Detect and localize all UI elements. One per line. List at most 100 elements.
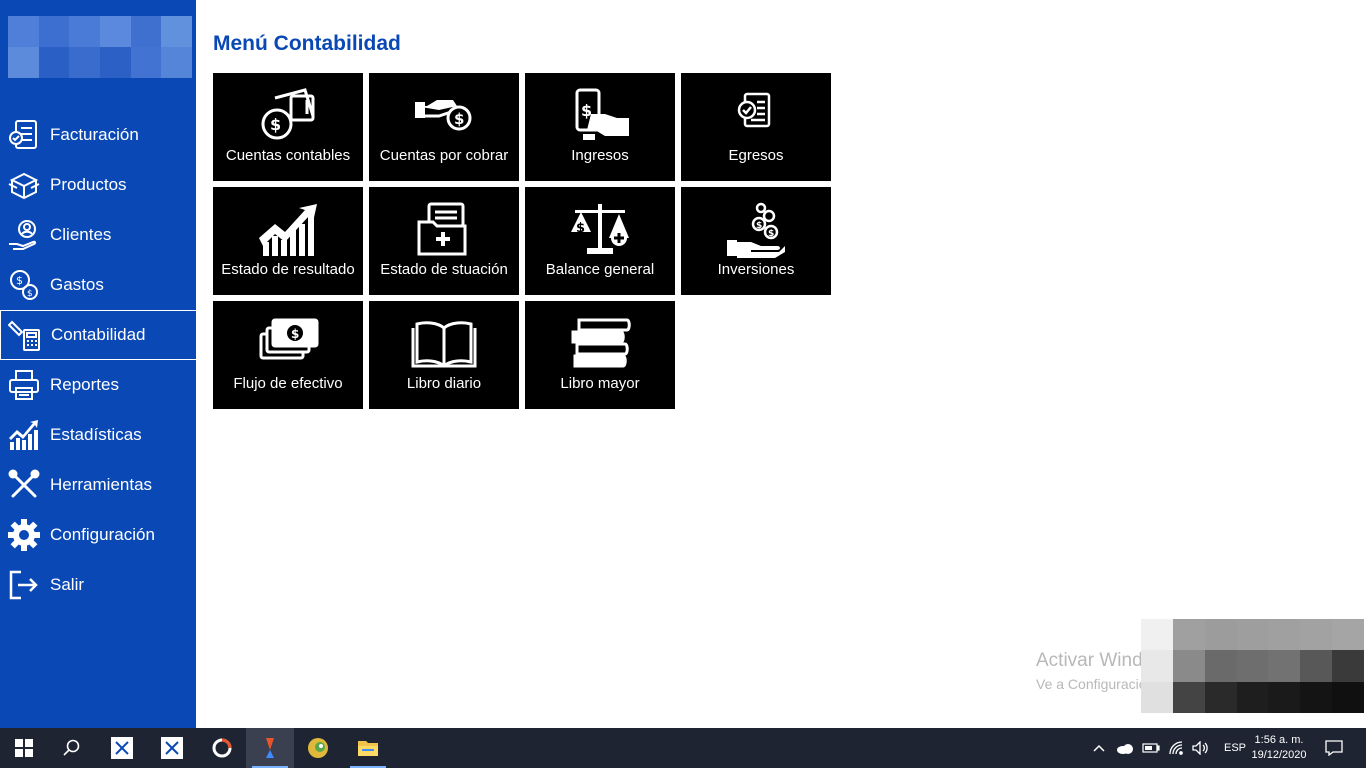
sidebar-item-label: Contabilidad xyxy=(51,325,146,344)
tile-grid: $ Cuentas contables $ Cuentas por cobrar… xyxy=(213,73,833,409)
notifications-button[interactable] xyxy=(1310,728,1358,768)
tile-label: Inversiones xyxy=(717,261,795,278)
gear-icon xyxy=(4,515,44,555)
wifi-icon[interactable] xyxy=(1168,741,1188,755)
tile-estado-de-resultado[interactable]: Estado de resultado xyxy=(213,187,363,295)
taskbar-app-5[interactable] xyxy=(294,728,342,768)
svg-text:$: $ xyxy=(27,289,33,299)
ring-app-icon xyxy=(212,738,232,758)
open-book-icon xyxy=(411,321,477,368)
svg-text:$: $ xyxy=(576,221,585,236)
folder-plus-icon xyxy=(417,202,467,256)
tile-label: Cuentas contables xyxy=(225,147,351,164)
receipt-check-icon xyxy=(737,92,771,128)
tile-label: Estado de resultado xyxy=(221,261,355,278)
tile-label: Libro diario xyxy=(406,375,482,392)
sidebar-item-salir[interactable]: Salir xyxy=(0,560,196,610)
sidebar-item-label: Estadísticas xyxy=(50,425,142,444)
sidebar-item-configuracion[interactable]: Configuración xyxy=(0,510,196,560)
taskbar-app-2[interactable] xyxy=(148,728,196,768)
sidebar-item-clientes[interactable]: Clientes xyxy=(0,210,196,260)
sidebar-item-label: Clientes xyxy=(50,225,112,244)
svg-text:$: $ xyxy=(291,327,299,341)
sidebar-nav: Facturación Productos Clientes $ $ Gastos xyxy=(0,110,196,610)
tile-cuentas-por-cobrar[interactable]: $ Cuentas por cobrar xyxy=(369,73,519,181)
box-icon xyxy=(4,165,44,205)
growth-chart-icon xyxy=(259,204,317,256)
hand-coin-icon: $ xyxy=(415,100,472,131)
clock-time: 1:56 a. m. xyxy=(1254,734,1304,746)
dev-tool-icon xyxy=(266,738,274,758)
taskbar: ESP 1:56 a. m. 19/12/2020 xyxy=(0,728,1366,768)
tile-libro-diario[interactable]: Libro diario xyxy=(369,301,519,409)
windows-logo-icon xyxy=(15,739,33,757)
sidebar-item-herramientas[interactable]: Herramientas xyxy=(0,460,196,510)
sidebar-item-facturacion[interactable]: Facturación xyxy=(0,110,196,160)
chart-icon xyxy=(4,415,44,455)
tile-label: Egresos xyxy=(728,147,784,164)
tile-label: Ingresos xyxy=(571,147,629,164)
tile-ingresos[interactable]: $ Ingresos xyxy=(525,73,675,181)
scale-icon: $ xyxy=(571,204,629,254)
hand-coins-icon: $$ xyxy=(727,202,785,258)
clock-date: 19/12/2020 xyxy=(1251,749,1307,761)
sidebar-item-gastos[interactable]: $ $ Gastos xyxy=(0,260,196,310)
invoice-icon xyxy=(4,115,44,155)
svg-text:$: $ xyxy=(16,274,23,287)
app-doc-icon xyxy=(111,737,133,759)
exit-icon xyxy=(4,565,44,605)
sidebar: Facturación Productos Clientes $ $ Gastos xyxy=(0,0,196,728)
tile-cuentas-contables[interactable]: $ Cuentas contables xyxy=(213,73,363,181)
app-doc-icon xyxy=(161,737,183,759)
onedrive-cloud-icon[interactable] xyxy=(1116,742,1136,754)
pixelated-overlay xyxy=(1141,619,1364,713)
taskbar-app-3[interactable] xyxy=(198,728,246,768)
notification-icon xyxy=(1325,740,1343,756)
sidebar-item-label: Productos xyxy=(50,175,127,194)
app-window: Facturación Productos Clientes $ $ Gastos xyxy=(0,0,1366,728)
tile-label: Libro mayor xyxy=(560,375,640,392)
sidebar-item-label: Salir xyxy=(50,575,85,594)
sidebar-item-label: Herramientas xyxy=(50,475,153,494)
page-title: Menú Contabilidad xyxy=(213,32,401,55)
book-stack-icon xyxy=(571,318,631,368)
chameleon-icon xyxy=(308,738,328,758)
tile-flujo-de-efectivo[interactable]: $ Flujo de efectivo xyxy=(213,301,363,409)
app-logo xyxy=(8,16,192,78)
tile-libro-mayor[interactable]: Libro mayor xyxy=(525,301,675,409)
taskbar-app-4[interactable] xyxy=(246,728,294,768)
sidebar-item-label: Configuración xyxy=(50,525,155,544)
calculator-icon xyxy=(5,315,45,355)
tile-estado-de-stuacion[interactable]: Estado de stuación xyxy=(369,187,519,295)
taskbar-file-explorer[interactable] xyxy=(344,728,392,768)
folder-icon xyxy=(358,741,378,756)
sidebar-item-estadisticas[interactable]: Estadísticas xyxy=(0,410,196,460)
tile-egresos[interactable]: Egresos xyxy=(681,73,831,181)
user-hand-icon xyxy=(4,215,44,255)
taskbar-clock[interactable]: 1:56 a. m. 19/12/2020 xyxy=(1240,733,1318,763)
sidebar-item-reportes[interactable]: Reportes xyxy=(0,360,196,410)
search-button[interactable] xyxy=(48,728,96,768)
volume-icon[interactable] xyxy=(1192,741,1214,755)
chevron-up-icon[interactable] xyxy=(1092,743,1108,753)
tile-inversiones[interactable]: $ $ Inversiones xyxy=(681,187,831,295)
tile-balance-general[interactable]: $ Balance general xyxy=(525,187,675,295)
start-button[interactable] xyxy=(0,728,48,768)
sidebar-item-contabilidad[interactable]: Contabilidad xyxy=(0,310,196,360)
svg-text:$: $ xyxy=(454,110,464,128)
battery-icon[interactable] xyxy=(1142,743,1162,753)
money-card-icon: $ xyxy=(261,88,315,140)
sidebar-item-productos[interactable]: Productos xyxy=(0,160,196,210)
printer-icon xyxy=(4,365,44,405)
system-tray: ESP xyxy=(1092,728,1246,768)
sidebar-item-label: Facturación xyxy=(50,125,139,144)
tile-label: Estado de stuación xyxy=(380,261,508,278)
tile-label: Flujo de efectivo xyxy=(233,375,343,392)
search-icon xyxy=(63,739,80,756)
coins-icon: $ $ xyxy=(4,265,44,305)
banknotes-icon: $ xyxy=(259,318,319,360)
phone-payment-icon: $ xyxy=(575,88,629,140)
taskbar-app-1[interactable] xyxy=(98,728,146,768)
tile-label: Cuentas por cobrar xyxy=(379,147,509,164)
tile-label: Balance general xyxy=(545,261,655,278)
